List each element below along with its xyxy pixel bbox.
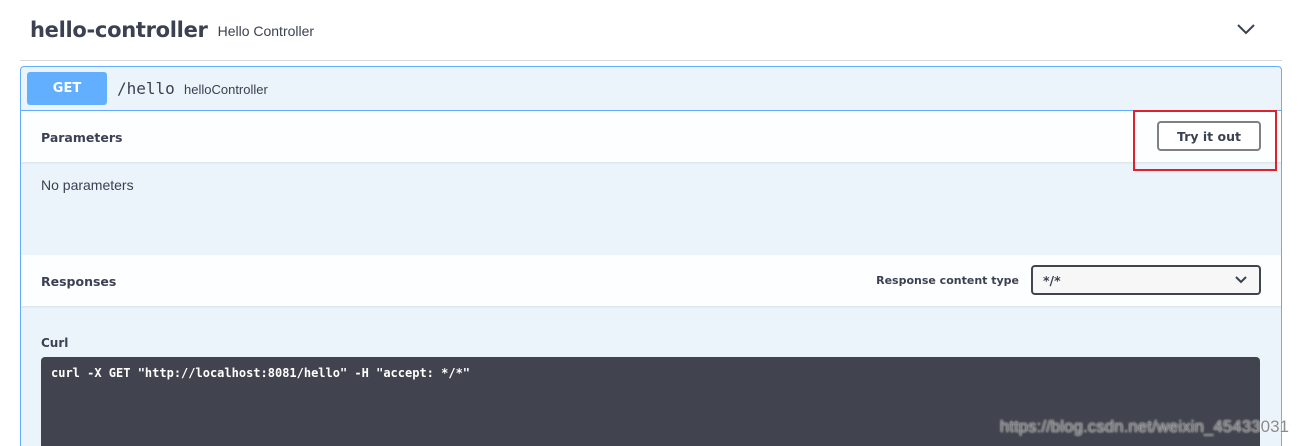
curl-command: curl -X GET "http://localhost:8081/hello…	[51, 366, 471, 380]
curl-label: Curl	[41, 336, 69, 350]
parameters-header: Parameters Try it out	[21, 111, 1281, 162]
operation-path: /hello	[117, 79, 175, 98]
operation-block: GET /hello helloController Parameters Tr…	[20, 66, 1282, 446]
chevron-down-icon	[1235, 276, 1247, 284]
responses-header: Responses Response content type */*	[21, 255, 1281, 306]
select-value: */*	[1043, 272, 1061, 288]
tag-description: Hello Controller	[217, 23, 315, 39]
no-parameters-text: No parameters	[41, 177, 134, 193]
chevron-down-icon[interactable]	[1236, 22, 1256, 36]
method-badge: GET	[27, 72, 107, 105]
response-content-type-label: Response content type	[876, 274, 1019, 287]
response-content-type-select[interactable]: */*	[1031, 265, 1261, 295]
responses-title: Responses	[41, 274, 117, 289]
watermark: https://blog.csdn.net/weixin_45433031	[999, 417, 1289, 436]
tag-title: hello-controller	[30, 18, 208, 42]
operation-summary[interactable]: GET /hello helloController	[21, 67, 1281, 111]
try-it-out-button[interactable]: Try it out	[1157, 121, 1261, 151]
tag-header[interactable]: hello-controller Hello Controller	[20, 0, 1282, 61]
parameters-title: Parameters	[41, 130, 123, 145]
operation-description: helloController	[184, 82, 268, 97]
